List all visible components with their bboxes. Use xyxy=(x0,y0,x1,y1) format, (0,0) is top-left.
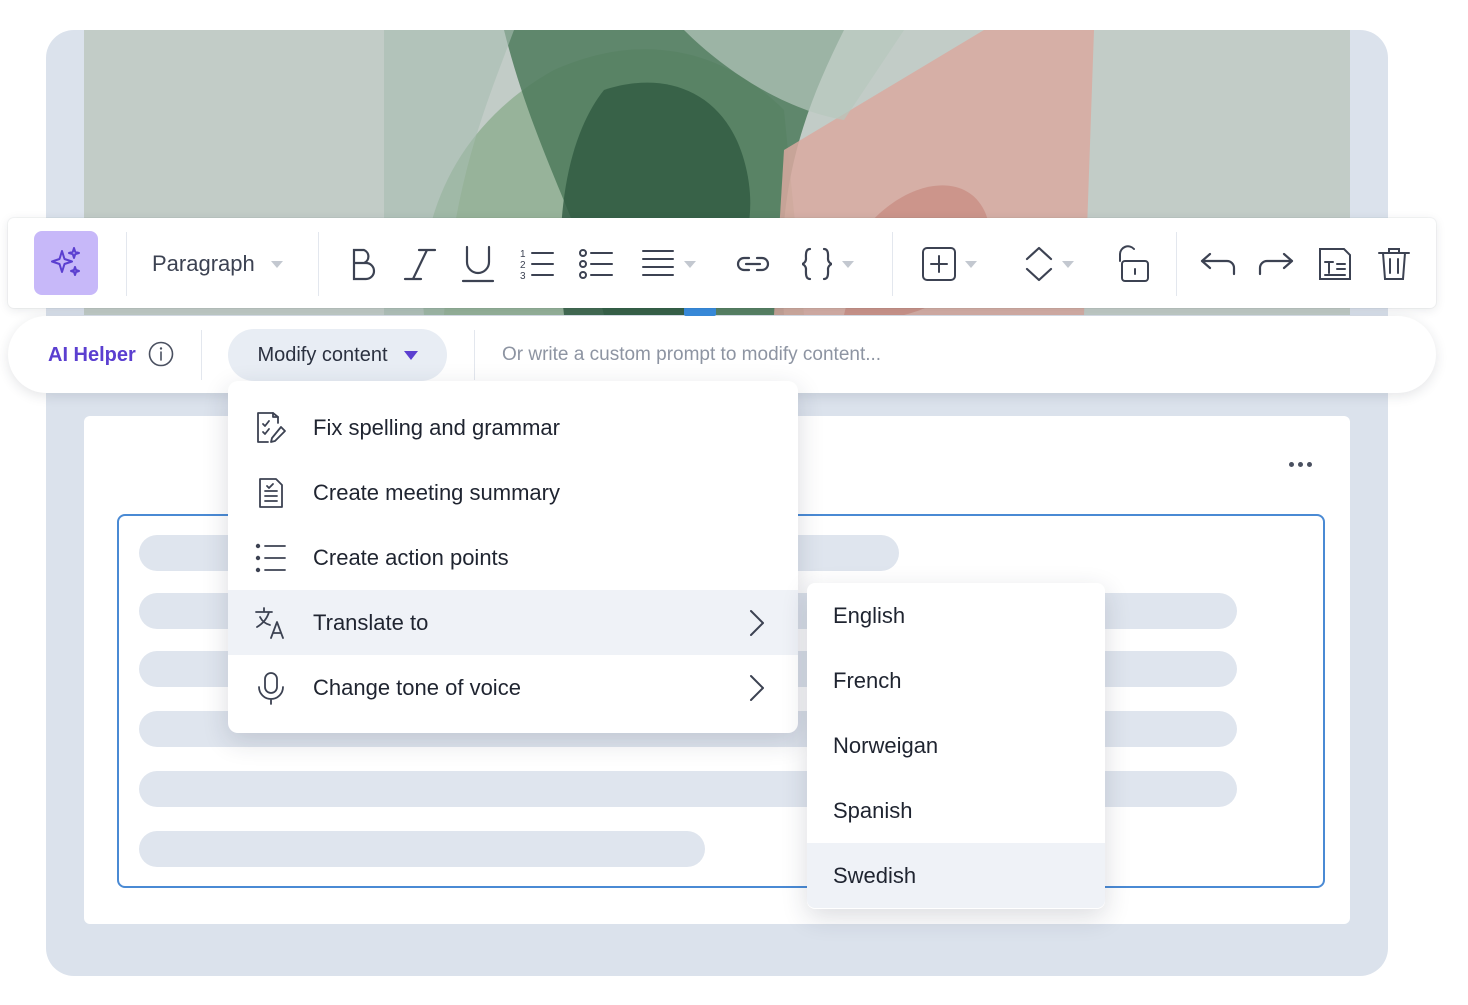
menu-item-label: Create action points xyxy=(313,544,509,570)
chevron-right-icon xyxy=(750,675,764,701)
drag-handle[interactable] xyxy=(684,307,716,316)
language-label: Spanish xyxy=(833,797,913,823)
unlock-button[interactable] xyxy=(1110,240,1154,288)
menu-item-fix-spelling[interactable]: Fix spelling and grammar xyxy=(228,395,798,460)
text-block-button[interactable] xyxy=(1313,240,1357,288)
list-icon xyxy=(255,543,286,573)
bold-icon xyxy=(352,248,376,281)
paragraph-style-dropdown[interactable]: Paragraph xyxy=(152,240,283,288)
paragraph-style-label: Paragraph xyxy=(152,251,255,276)
svg-text:3: 3 xyxy=(520,271,526,282)
italic-icon xyxy=(403,248,437,281)
modify-content-button[interactable]: Modify content xyxy=(228,329,447,381)
bullet-list-icon xyxy=(579,249,613,279)
svg-text:1: 1 xyxy=(520,249,526,260)
menu-item-label: Fix spelling and grammar xyxy=(313,414,560,440)
menu-item-translate[interactable]: Translate to xyxy=(228,590,798,655)
redo-icon xyxy=(1258,252,1294,276)
ai-bar-divider xyxy=(201,330,202,380)
language-label: English xyxy=(833,602,906,628)
move-dropdown[interactable] xyxy=(1014,240,1084,288)
menu-item-label: Change tone of voice xyxy=(313,674,521,700)
delete-button[interactable] xyxy=(1372,240,1416,288)
language-option-french[interactable]: French xyxy=(807,648,1105,713)
placeholder-line xyxy=(139,831,705,867)
more-options-icon[interactable] xyxy=(1280,450,1320,478)
bullet-list-button[interactable] xyxy=(575,240,617,288)
add-block-dropdown[interactable] xyxy=(914,240,984,288)
toolbar-divider xyxy=(1176,232,1177,296)
toolbar-divider xyxy=(126,232,127,296)
language-label: Swedish xyxy=(833,862,917,888)
trash-icon xyxy=(1378,248,1410,280)
move-icon xyxy=(1025,246,1053,282)
link-button[interactable] xyxy=(731,240,775,288)
toolbar-divider xyxy=(318,232,319,296)
language-option-english[interactable]: English xyxy=(807,583,1105,648)
language-label: Norweigan xyxy=(833,732,939,758)
menu-item-meeting-summary[interactable]: Create meeting summary xyxy=(228,460,798,525)
chevron-down-icon xyxy=(965,260,977,268)
align-icon xyxy=(642,250,674,276)
menu-item-label: Create meeting summary xyxy=(313,479,560,505)
chevron-down-icon xyxy=(270,260,283,268)
info-icon[interactable] xyxy=(148,341,174,367)
caret-down-icon xyxy=(403,350,418,360)
custom-prompt-input[interactable] xyxy=(494,333,1410,377)
redo-button[interactable] xyxy=(1254,240,1298,288)
chevron-down-icon xyxy=(1062,260,1074,268)
ai-sparkle-icon xyxy=(51,247,80,276)
code-braces-icon xyxy=(801,247,833,281)
menu-item-label: Translate to xyxy=(313,609,429,635)
undo-button[interactable] xyxy=(1196,240,1240,288)
code-dropdown[interactable] xyxy=(792,240,862,288)
underline-button[interactable] xyxy=(458,240,498,288)
ai-sparkle-button[interactable] xyxy=(34,231,98,295)
svg-text:2: 2 xyxy=(520,260,526,271)
toolbar-divider xyxy=(892,232,893,296)
ordered-list-button[interactable]: 123 xyxy=(516,240,558,288)
underline-icon xyxy=(461,245,495,283)
menu-item-tone-of-voice[interactable]: Change tone of voice xyxy=(228,655,798,720)
link-icon xyxy=(736,256,770,272)
align-dropdown[interactable] xyxy=(633,240,703,288)
language-label: French xyxy=(833,667,902,693)
chevron-right-icon xyxy=(750,610,764,636)
translate-icon xyxy=(255,607,284,639)
bold-button[interactable] xyxy=(342,240,382,288)
add-block-icon xyxy=(922,247,956,281)
italic-button[interactable] xyxy=(400,240,440,288)
modify-content-label: Modify content xyxy=(257,343,388,366)
undo-icon xyxy=(1200,252,1236,276)
microphone-icon xyxy=(258,672,284,705)
language-option-norwegian[interactable]: Norweigan xyxy=(807,713,1105,778)
chevron-down-icon xyxy=(684,260,696,268)
document-icon xyxy=(259,478,283,508)
ai-bar-divider xyxy=(474,330,475,380)
ai-helper-label: AI Helper xyxy=(48,343,136,366)
unlock-icon xyxy=(1119,245,1149,282)
spellcheck-icon xyxy=(257,412,286,443)
ordered-list-icon: 123 xyxy=(520,249,554,282)
language-option-spanish[interactable]: Spanish xyxy=(807,778,1105,843)
menu-item-action-points[interactable]: Create action points xyxy=(228,525,798,590)
language-option-swedish[interactable]: Swedish xyxy=(807,843,1105,908)
text-block-icon xyxy=(1319,248,1351,280)
chevron-down-icon xyxy=(842,260,854,268)
